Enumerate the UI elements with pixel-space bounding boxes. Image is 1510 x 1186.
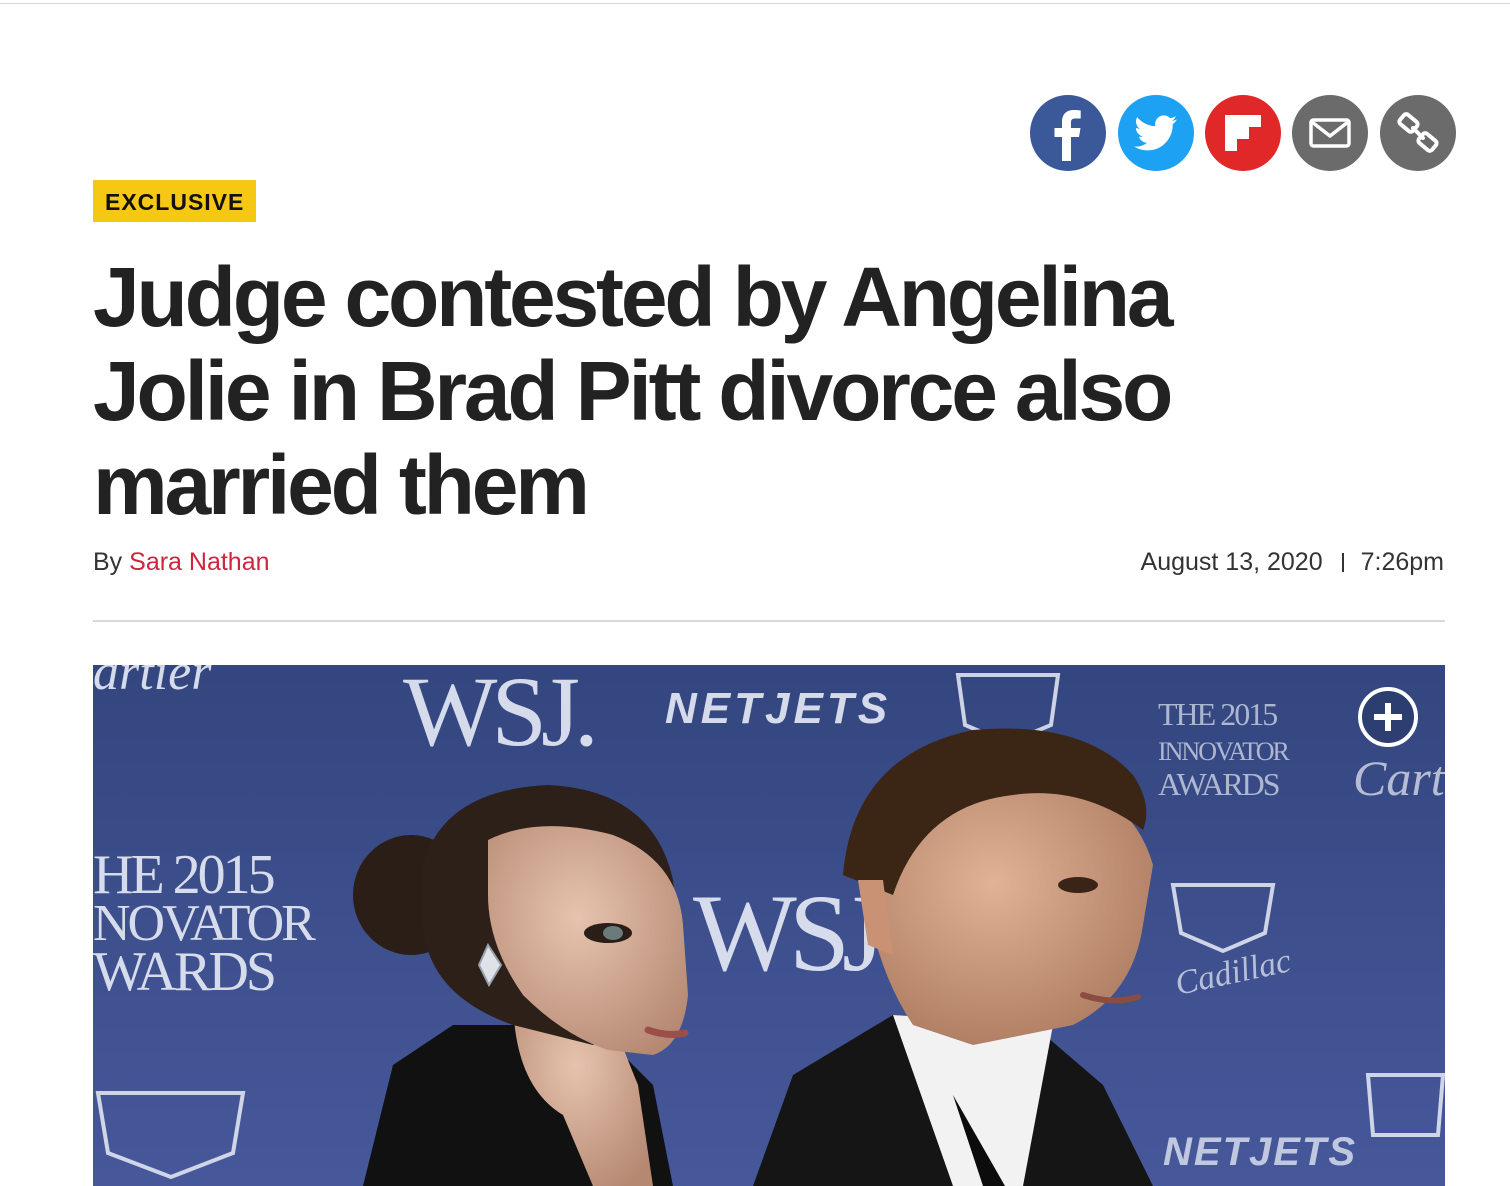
twitter-icon (1134, 115, 1177, 151)
exclusive-badge: EXCLUSIVE (93, 180, 257, 222)
flipboard-share-button[interactable] (1205, 95, 1281, 171)
awards-text-right-3: AWARDS (1158, 766, 1279, 802)
plus-icon (1374, 703, 1402, 731)
awards-text-left-3: WARDS (93, 941, 274, 1003)
author-link[interactable]: Sara Nathan (129, 548, 269, 576)
byline-prefix: By (93, 548, 123, 576)
flipboard-icon (1225, 115, 1261, 151)
header-divider (93, 620, 1445, 622)
publish-date: August 13, 2020 (1140, 548, 1323, 576)
date-separator (1341, 553, 1344, 572)
mail-icon (1309, 118, 1351, 148)
netjets-logo-top: NETJETS (665, 684, 891, 733)
article-headline: Judge contested by Angelina Jolie in Bra… (93, 250, 1174, 532)
share-bar (1030, 95, 1456, 171)
awards-text-right-1: THE 2015 (1158, 696, 1277, 732)
expand-photo-button[interactable] (1358, 687, 1418, 747)
cartier-logo-right: Cartier (1353, 750, 1445, 806)
byline: By Sara Nathan (93, 548, 270, 577)
twitter-share-button[interactable] (1118, 95, 1194, 171)
article-photo: artier WSJ. NETJETS HE 2015 NOVATOR WARD… (93, 665, 1445, 1186)
netjets-logo-bottom: NETJETS (1163, 1130, 1357, 1174)
awards-text-right-2: INNOVATOR (1158, 737, 1290, 766)
email-share-button[interactable] (1292, 95, 1368, 171)
copy-link-button[interactable] (1380, 95, 1456, 171)
cartier-logo-top: artier (93, 665, 212, 701)
link-icon (1397, 112, 1439, 153)
red-carpet-photo: artier WSJ. NETJETS HE 2015 NOVATOR WARD… (93, 665, 1445, 1186)
wsj-logo-top: WSJ. (403, 665, 593, 767)
publish-time: 7:26pm (1360, 548, 1444, 576)
publish-dateline: August 13, 2020 7:26pm (1141, 548, 1444, 577)
facebook-share-button[interactable] (1030, 95, 1106, 171)
top-border (0, 3, 1510, 4)
facebook-icon (1054, 110, 1081, 161)
